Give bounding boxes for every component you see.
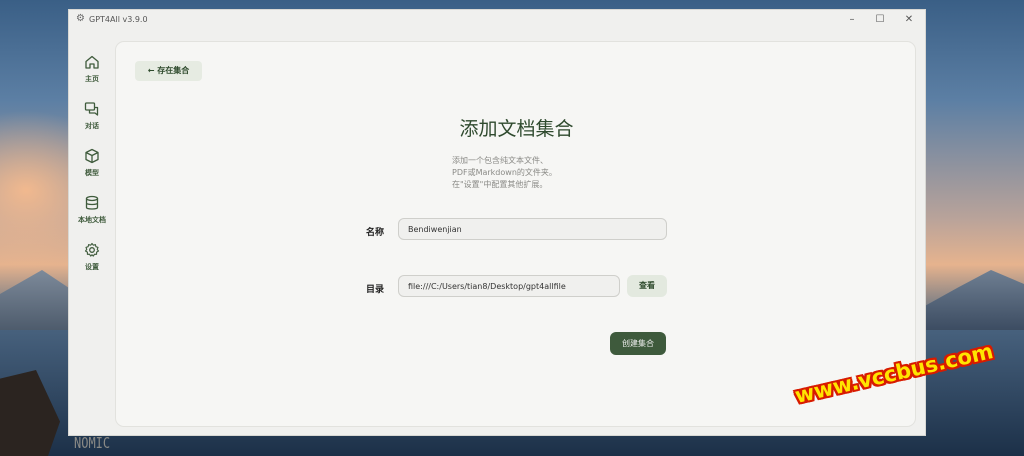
sidebar-item-label: 主页: [85, 75, 99, 83]
app-window: ⚙ GPT4All v3.9.0 – ☐ ✕ 主页 对话 模型 本地文档 设置 …: [68, 9, 926, 452]
sidebar-item-label: 对话: [85, 122, 99, 130]
title-bar[interactable]: ⚙ GPT4All v3.9.0 – ☐ ✕: [69, 10, 925, 30]
name-label: 名称: [366, 228, 385, 238]
sidebar-item-label: 本地文档: [78, 216, 106, 224]
description-line: 添加一个包含纯文本文件、: [452, 156, 548, 165]
sidebar-item-label: 模型: [85, 169, 99, 177]
sidebar-item-chat[interactable]: 对话: [69, 101, 115, 131]
browse-button[interactable]: 查看: [627, 275, 667, 297]
sidebar-item-localdocs[interactable]: 本地文档: [69, 195, 115, 225]
sidebar-item-home[interactable]: 主页: [69, 54, 115, 84]
sidebar-item-models[interactable]: 模型: [69, 148, 115, 178]
gear-icon: [84, 242, 100, 257]
description-line: PDF或Markdown的文件夹。: [452, 168, 557, 177]
create-collection-button[interactable]: 创建集合: [610, 332, 666, 355]
window-title: GPT4All v3.9.0: [89, 15, 148, 24]
page-description: 添加一个包含纯文本文件、 PDF或Markdown的文件夹。 在"设置"中配置其…: [452, 155, 652, 191]
back-to-collections-button[interactable]: ← 存在集合: [135, 61, 202, 81]
page-title: 添加文档集合: [459, 118, 574, 140]
close-button[interactable]: ✕: [901, 13, 917, 27]
sidebar-item-settings[interactable]: 设置: [69, 242, 115, 272]
maximize-button[interactable]: ☐: [872, 13, 888, 27]
add-collection-panel: ← 存在集合 添加文档集合 添加一个包含纯文本文件、 PDF或Markdown的…: [115, 41, 916, 427]
description-line: 在"设置"中配置其他扩展。: [452, 180, 548, 189]
home-icon: [85, 55, 99, 69]
database-icon: [85, 195, 99, 210]
nomic-logo: NOMIC: [74, 434, 111, 452]
sidebar-item-label: 设置: [85, 263, 99, 271]
cube-icon: [85, 148, 99, 164]
app-gear-icon: ⚙: [76, 13, 85, 24]
folder-path-input[interactable]: [398, 275, 620, 297]
folder-label: 目录: [366, 285, 385, 295]
chat-icon: [84, 102, 99, 116]
collection-name-input[interactable]: [398, 218, 667, 240]
minimize-button[interactable]: –: [844, 13, 860, 27]
